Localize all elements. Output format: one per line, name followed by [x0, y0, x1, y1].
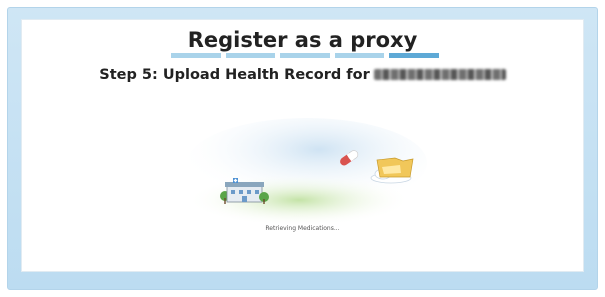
folder-icon — [376, 157, 414, 178]
step-label: Step 5: Upload Health Record for — [99, 67, 370, 83]
dialog-card: Register as a proxy Step 5: Upload Healt… — [21, 19, 584, 272]
step-heading: Step 5: Upload Health Record for — [22, 67, 583, 83]
page-title: Register as a proxy — [187, 28, 418, 52]
redacted-patient-name — [373, 69, 506, 80]
progress-segment-current — [389, 53, 439, 58]
progress-segment — [225, 53, 276, 58]
progress-segment — [334, 53, 385, 58]
progress-segment — [171, 53, 221, 58]
loading-illustration — [187, 118, 427, 226]
step-progress-bar — [171, 53, 439, 59]
status-text: Retrieving Medications... — [265, 225, 340, 232]
progress-segment — [280, 53, 330, 58]
